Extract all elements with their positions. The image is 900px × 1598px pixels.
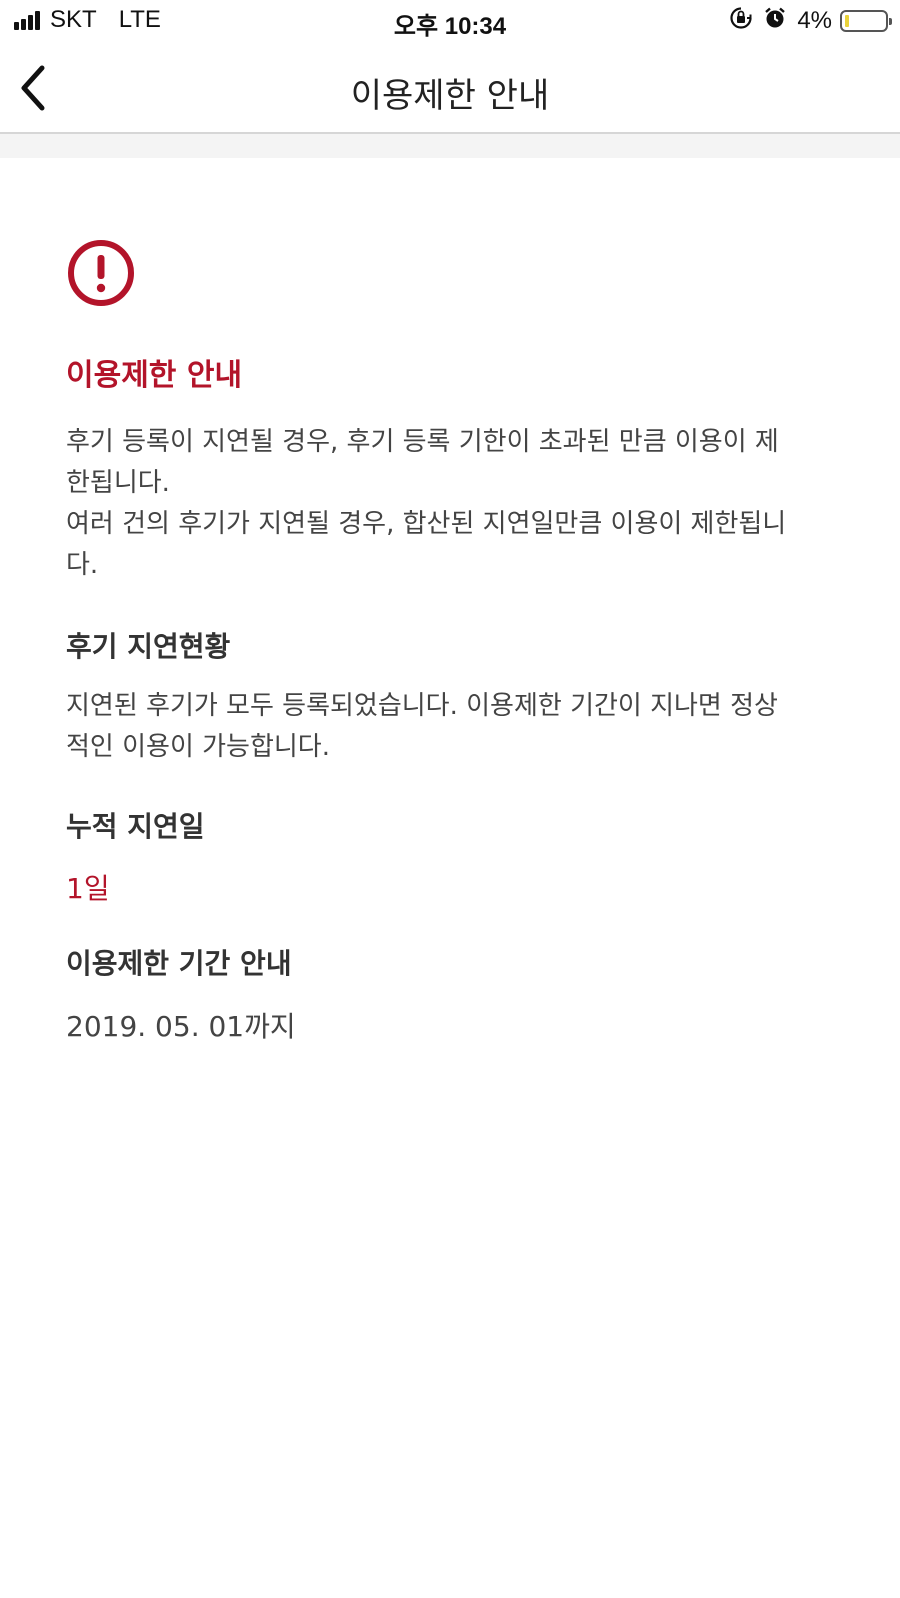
restriction-text-line: 후기 등록이 지연될 경우, 후기 등록 기한이 초과된 만큼 이용이 제 — [66, 427, 779, 457]
header-divider — [0, 134, 900, 158]
restriction-text-line: 한됩니다. — [66, 468, 170, 498]
restriction-heading: 이용제한 안내 — [66, 358, 243, 393]
exclamation-circle-icon — [68, 240, 134, 306]
accumulated-delay-heading: 누적 지연일 — [66, 809, 205, 843]
restriction-period-heading: 이용제한 기간 안내 — [66, 947, 292, 981]
delay-status-text-line: 적인 이용이 가능합니다. — [66, 731, 330, 762]
delay-status-heading: 후기 지연현황 — [66, 630, 231, 663]
main-content: 이용제한 안내 후기 등록이 지연될 경우, 후기 등록 기한이 초과된 만큼 … — [66, 238, 836, 1045]
nav-bar: 이용제한 안내 — [0, 44, 900, 134]
rotation-lock-icon — [729, 6, 753, 36]
battery-percent: 4% — [797, 7, 832, 34]
alarm-icon — [763, 6, 787, 36]
status-right: 4% — [729, 6, 892, 36]
page-title: 이용제한 안내 — [350, 76, 550, 116]
battery-icon — [840, 10, 892, 32]
restriction-text-line: 다. — [66, 550, 99, 580]
accumulated-delay-value: 1일 — [66, 872, 110, 906]
battery-fill — [845, 15, 849, 27]
restriction-period-value: 2019. 05. 01까지 — [66, 1009, 296, 1043]
delay-status-text-line: 지연된 후기가 모두 등록되었습니다. 이용제한 기간이 지나면 정상 — [66, 690, 778, 721]
restriction-text-line: 여러 건의 후기가 지연될 경우, 합산된 지연일만큼 이용이 제한됩니 — [66, 509, 787, 539]
status-bar: SKT LTE 오후 10:34 4% — [0, 0, 900, 44]
